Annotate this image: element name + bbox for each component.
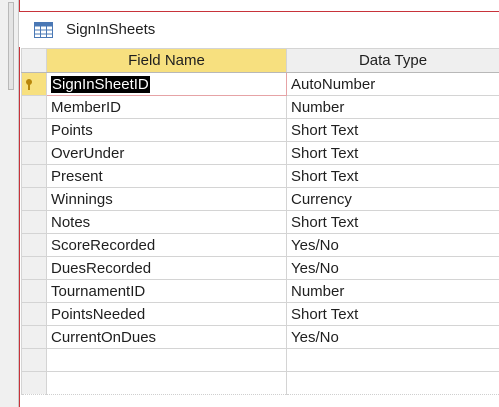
data-type-cell[interactable]: Yes/No bbox=[286, 233, 499, 257]
row-selector[interactable] bbox=[21, 348, 47, 372]
data-type-cell[interactable]: AutoNumber bbox=[286, 72, 499, 96]
field-name-cell[interactable] bbox=[46, 348, 287, 372]
data-type-cell[interactable]: Currency bbox=[286, 187, 499, 211]
data-type-cell[interactable]: Short Text bbox=[286, 141, 499, 165]
data-type-cell[interactable]: Short Text bbox=[286, 302, 499, 326]
data-type-cell[interactable]: Yes/No bbox=[286, 325, 499, 349]
field-row[interactable]: Winnings Currency bbox=[21, 187, 499, 211]
data-type-cell[interactable]: Short Text bbox=[286, 118, 499, 142]
field-name-cell[interactable] bbox=[46, 371, 287, 395]
field-row[interactable]: CurrentOnDues Yes/No bbox=[21, 325, 499, 349]
field-row[interactable]: DuesRecorded Yes/No bbox=[21, 256, 499, 280]
row-selector[interactable] bbox=[21, 371, 47, 395]
row-selector[interactable] bbox=[21, 233, 47, 257]
empty-field-row[interactable] bbox=[21, 371, 499, 395]
field-name-cell[interactable]: MemberID bbox=[46, 95, 287, 119]
row-selector[interactable] bbox=[21, 164, 47, 188]
row-selector[interactable] bbox=[21, 279, 47, 303]
field-row[interactable]: OverUnder Short Text bbox=[21, 141, 499, 165]
navigation-pane-edge[interactable] bbox=[0, 0, 19, 407]
field-name-cell[interactable]: Winnings bbox=[46, 187, 287, 211]
data-type-cell[interactable]: Short Text bbox=[286, 210, 499, 234]
empty-field-row[interactable] bbox=[21, 348, 499, 372]
row-selector[interactable] bbox=[21, 187, 47, 211]
scrollbar-thumb[interactable] bbox=[8, 2, 14, 90]
field-name-header[interactable]: Field Name bbox=[46, 48, 287, 73]
field-name-cell[interactable]: Present bbox=[46, 164, 287, 188]
data-type-header[interactable]: Data Type bbox=[286, 48, 499, 73]
row-selector[interactable] bbox=[21, 141, 47, 165]
field-name-cell[interactable]: SignInSheetID bbox=[46, 72, 287, 96]
data-type-cell[interactable]: Number bbox=[286, 279, 499, 303]
data-type-cell[interactable]: Number bbox=[286, 95, 499, 119]
field-row[interactable]: TournamentID Number bbox=[21, 279, 499, 303]
row-selector[interactable] bbox=[21, 302, 47, 326]
row-selector-header[interactable] bbox=[21, 48, 47, 73]
table-icon bbox=[34, 22, 53, 38]
data-type-cell[interactable] bbox=[286, 348, 499, 372]
row-selector[interactable] bbox=[21, 256, 47, 280]
data-type-cell[interactable] bbox=[286, 371, 499, 395]
field-row[interactable]: ScoreRecorded Yes/No bbox=[21, 233, 499, 257]
field-row[interactable]: SignInSheetID AutoNumber bbox=[21, 72, 499, 96]
row-selector[interactable] bbox=[21, 95, 47, 119]
field-name-cell[interactable]: PointsNeeded bbox=[46, 302, 287, 326]
field-row[interactable]: Points Short Text bbox=[21, 118, 499, 142]
active-cell-text[interactable]: SignInSheetID bbox=[51, 75, 150, 93]
row-selector[interactable] bbox=[21, 210, 47, 234]
field-name-cell[interactable]: TournamentID bbox=[46, 279, 287, 303]
primary-key-icon bbox=[26, 78, 32, 90]
field-name-cell[interactable]: OverUnder bbox=[46, 141, 287, 165]
field-name-cell[interactable]: Points bbox=[46, 118, 287, 142]
document-tab[interactable]: SignInSheets bbox=[19, 12, 499, 47]
field-row[interactable]: MemberID Number bbox=[21, 95, 499, 119]
tab-title: SignInSheets bbox=[66, 21, 156, 38]
field-name-cell[interactable]: ScoreRecorded bbox=[46, 233, 287, 257]
field-row[interactable]: Present Short Text bbox=[21, 164, 499, 188]
field-row[interactable]: PointsNeeded Short Text bbox=[21, 302, 499, 326]
field-grid: Field Name Data Type SignInSheetID AutoN… bbox=[21, 48, 499, 395]
field-name-cell[interactable]: Notes bbox=[46, 210, 287, 234]
data-type-cell[interactable]: Short Text bbox=[286, 164, 499, 188]
data-type-cell[interactable]: Yes/No bbox=[286, 256, 499, 280]
row-selector[interactable] bbox=[21, 72, 47, 96]
field-name-cell[interactable]: CurrentOnDues bbox=[46, 325, 287, 349]
field-name-cell[interactable]: DuesRecorded bbox=[46, 256, 287, 280]
field-row[interactable]: Notes Short Text bbox=[21, 210, 499, 234]
row-selector[interactable] bbox=[21, 118, 47, 142]
row-selector[interactable] bbox=[21, 325, 47, 349]
